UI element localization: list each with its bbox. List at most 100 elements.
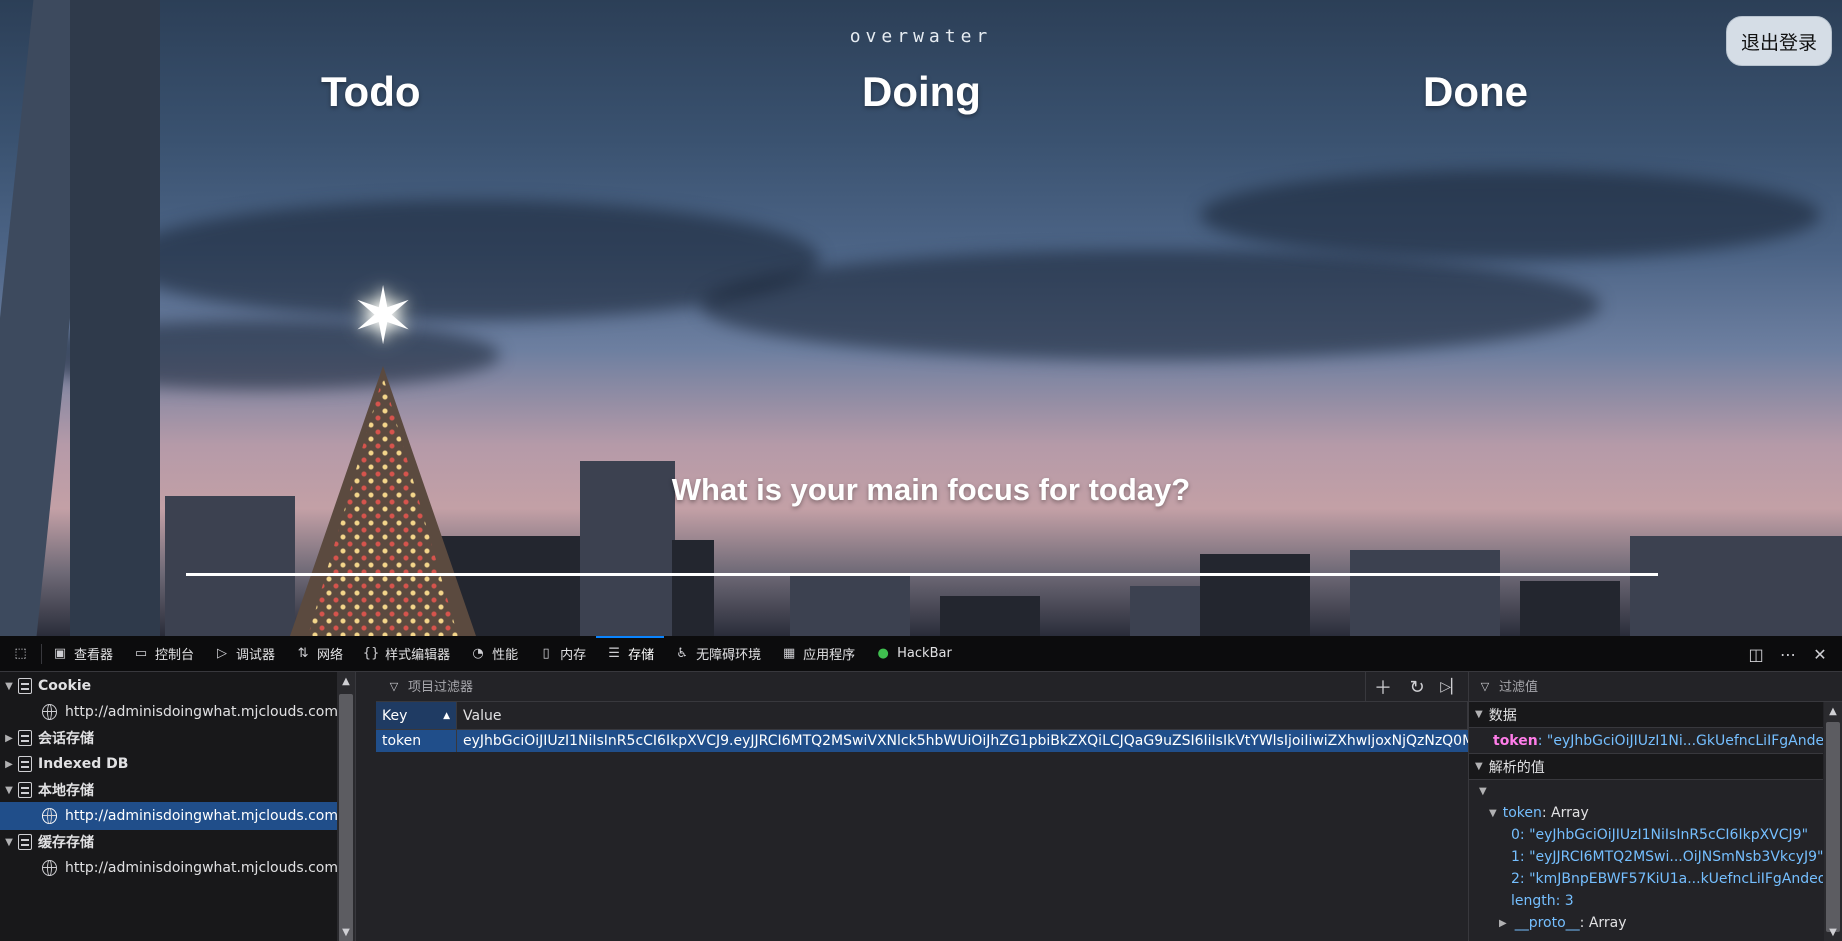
scrollbar-thumb[interactable] [1826, 722, 1840, 932]
column-title-doing: Doing [862, 68, 981, 115]
sidebar-item-session-storage[interactable]: ▶ 会话存储 [0, 724, 338, 752]
sidebar-item-cache-storage[interactable]: ▼ 缓存存储 [0, 828, 338, 856]
scroll-up-icon[interactable]: ▲ [337, 672, 355, 690]
column-title-todo: Todo [321, 68, 421, 115]
more-options-icon[interactable]: ⋯ [1774, 640, 1802, 668]
sidebar-item-indexed-db[interactable]: ▶ Indexed DB [0, 750, 338, 778]
sidebar-scrollbar[interactable]: ▲ ▼ [337, 672, 355, 941]
sidebar-item-label: http://adminisdoingwhat.mjclouds.com [65, 808, 338, 824]
array-key: token [1502, 805, 1542, 821]
table-cell-value[interactable]: eyJhbGciOiJIUzI1NiIsInR5cCI6IkpXVCJ9.eyJ… [457, 730, 1468, 752]
console-icon: ▭ [134, 646, 148, 661]
proto-key: __proto__ [1514, 915, 1580, 931]
close-icon[interactable]: ✕ [1806, 640, 1834, 668]
building [1520, 581, 1620, 636]
bridge-pillar [70, 0, 160, 636]
tab-performance[interactable]: ◔ 性能 [460, 636, 528, 672]
column-title-done: Done [1423, 68, 1528, 115]
globe-icon [42, 860, 58, 876]
dock-side-icon[interactable]: ◫ [1742, 640, 1770, 668]
expand-down-icon[interactable]: ▼ [0, 785, 18, 796]
scroll-down-icon[interactable]: ▼ [337, 923, 355, 941]
web-page: ✶ overwater 退出登录 Todo Doing Done What is… [0, 0, 1842, 636]
inspector-icon: ▣ [53, 646, 67, 661]
devtools-toolbar: ⬚ ▣ 查看器 ▭ 控制台 ▷ 调试器 ⇅ 网络 {} 样式编辑器 ◔ 性能 ▯ 内存 ☰ 存储… [0, 635, 1842, 672]
toggle-sidebar-icon[interactable]: ▷▏ [1434, 672, 1468, 702]
table-row[interactable]: token eyJhbGciOiJIUzI1NiIsInR5cCI6IkpXVC… [376, 730, 1468, 752]
element-picker-button[interactable]: ⬚ [0, 643, 42, 664]
tab-network[interactable]: ⇅ 网络 [285, 636, 353, 672]
tab-debugger[interactable]: ▷ 调试器 [204, 636, 285, 672]
table-header: Key ▲ Value [376, 702, 1468, 730]
devtools-panel: ⬚ ▣ 查看器 ▭ 控制台 ▷ 调试器 ⇅ 网络 {} 样式编辑器 ◔ 性能 ▯ 内存 ☰ 存储… [0, 635, 1842, 941]
tab-accessibility[interactable]: ♿ 无障碍环境 [664, 636, 771, 672]
sidebar-item-cookie[interactable]: ▼ Cookie [0, 672, 338, 700]
proto-node[interactable]: ▶ __proto__: Array [1469, 912, 1823, 934]
toolbar-actions: ◫ ⋯ ✕ [1742, 636, 1842, 672]
building [1630, 536, 1842, 636]
tab-hackbar[interactable]: ● HackBar [865, 636, 962, 672]
tab-application[interactable]: ▦ 应用程序 [771, 636, 865, 672]
expand-right-icon[interactable]: ▶ [0, 733, 18, 744]
tab-label: 性能 [492, 648, 519, 663]
sidebar-item-label: Cookie [38, 678, 92, 694]
logout-button[interactable]: 退出登录 [1726, 16, 1832, 66]
star-icon: ✶ [350, 272, 416, 360]
sidebar-item-cache-host[interactable]: http://adminisdoingwhat.mjclouds.com [0, 854, 338, 882]
tab-memory[interactable]: ▯ 内存 [528, 636, 596, 672]
expand-down-icon[interactable]: ▼ [0, 837, 18, 848]
expand-down-icon: ▼ [1479, 785, 1487, 797]
element-picker-icon: ⬚ [14, 646, 27, 661]
array-item[interactable]: 0: "eyJhbGciOiJIUzI1NiIsInR5cCI6IkpXVCJ9… [1469, 824, 1823, 846]
parsed-array-node[interactable]: ▼ token: Array [1469, 802, 1823, 824]
filter-icon: ▽ [389, 680, 399, 693]
expand-right-icon[interactable]: ▶ [0, 759, 18, 770]
sidebar-item-local-storage-host[interactable]: http://adminisdoingwhat.mjclouds.com [0, 802, 338, 830]
network-icon: ⇅ [297, 646, 309, 661]
table-actions: ＋ ↻ ▷▏ [1365, 672, 1468, 702]
item-filter-input[interactable] [408, 679, 1308, 694]
value-filter-input[interactable] [1499, 679, 1799, 694]
storage-type-icon [18, 756, 32, 772]
column-header-value[interactable]: Value [457, 702, 1468, 729]
data-key: token [1493, 732, 1538, 749]
data-section-header[interactable]: ▼ 数据 [1469, 702, 1823, 728]
value-filter-bar: ▽ [1469, 672, 1842, 702]
expand-right-icon: ▶ [1499, 917, 1507, 929]
sidebar-item-local-storage[interactable]: ▼ 本地存储 [0, 776, 338, 804]
sidebar-item-label: 缓存存储 [38, 835, 94, 851]
array-item[interactable]: 2: "kmJBnpEBWF57KiU1a...kUefncLiIFgAndeo… [1469, 868, 1823, 890]
column-header-label: Value [463, 707, 502, 724]
expand-down-icon[interactable]: ▼ [0, 681, 18, 692]
focus-input[interactable] [186, 536, 1658, 576]
parsed-root[interactable]: ▼ [1469, 780, 1823, 802]
scroll-down-icon[interactable]: ▼ [1824, 923, 1842, 941]
tab-label: HackBar [897, 646, 952, 661]
add-item-icon[interactable]: ＋ [1366, 672, 1400, 702]
parsed-section-header[interactable]: ▼ 解析的值 [1469, 754, 1823, 780]
storage-type-icon [18, 678, 32, 694]
details-scrollbar[interactable]: ▲ ▼ [1824, 702, 1842, 941]
expand-down-icon: ▼ [1475, 761, 1483, 772]
sidebar-item-cookie-host[interactable]: http://adminisdoingwhat.mjclouds.com [0, 698, 338, 726]
array-item[interactable]: 1: "eyJJRCI6MTQ2MSwi...OiJNSmNsb3VkcyJ9" [1469, 846, 1823, 868]
proto-value: : Array [1579, 915, 1627, 931]
column-header-key[interactable]: Key ▲ [376, 702, 457, 729]
tab-console[interactable]: ▭ 控制台 [123, 636, 204, 672]
section-title: 数据 [1488, 707, 1517, 724]
table-cell-key[interactable]: token [376, 730, 457, 752]
refresh-icon[interactable]: ↻ [1400, 672, 1434, 702]
tab-storage[interactable]: ☰ 存储 [596, 635, 665, 672]
tab-label: 样式编辑器 [385, 648, 451, 663]
tab-style-editor[interactable]: {} 样式编辑器 [353, 636, 460, 672]
scroll-up-icon[interactable]: ▲ [1824, 702, 1842, 720]
globe-icon [42, 808, 58, 824]
section-title: 解析的值 [1488, 759, 1545, 776]
item-filter-bar: ▽ ＋ ↻ ▷▏ [376, 672, 1468, 702]
hackbar-icon: ● [877, 646, 889, 661]
tab-inspector[interactable]: ▣ 查看器 [42, 636, 123, 672]
array-length: length: 3 [1511, 893, 1574, 909]
scrollbar-thumb[interactable] [339, 694, 353, 941]
data-entry[interactable]: token : "eyJhbGciOiJIUzI1Ni...GkUefncLiI… [1469, 728, 1823, 754]
sidebar-item-label: Indexed DB [38, 756, 129, 772]
